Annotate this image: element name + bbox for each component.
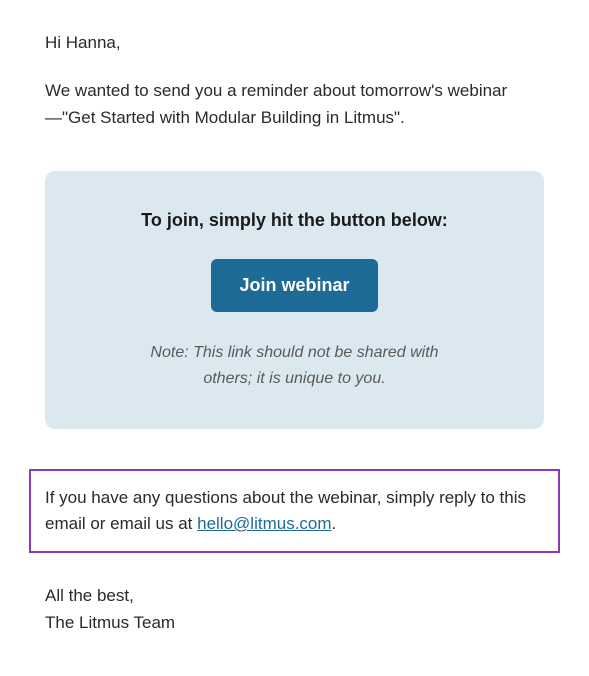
signoff-block: All the best, The Litmus Team <box>45 583 544 636</box>
signoff-line-1: All the best, <box>45 583 544 609</box>
cta-card: To join, simply hit the button below: Jo… <box>45 171 544 429</box>
intro-paragraph: We wanted to send you a reminder about t… <box>45 78 544 131</box>
questions-suffix: . <box>332 514 337 533</box>
cta-heading: To join, simply hit the button below: <box>75 207 514 235</box>
questions-paragraph: If you have any questions about the webi… <box>45 485 544 538</box>
cta-note: Note: This link should not be shared wit… <box>135 340 455 393</box>
greeting-text: Hi Hanna, <box>45 30 544 56</box>
signoff-line-2: The Litmus Team <box>45 610 544 636</box>
contact-email-link[interactable]: hello@litmus.com <box>197 514 331 533</box>
questions-highlight-box: If you have any questions about the webi… <box>29 469 560 554</box>
join-webinar-button[interactable]: Join webinar <box>211 259 377 312</box>
